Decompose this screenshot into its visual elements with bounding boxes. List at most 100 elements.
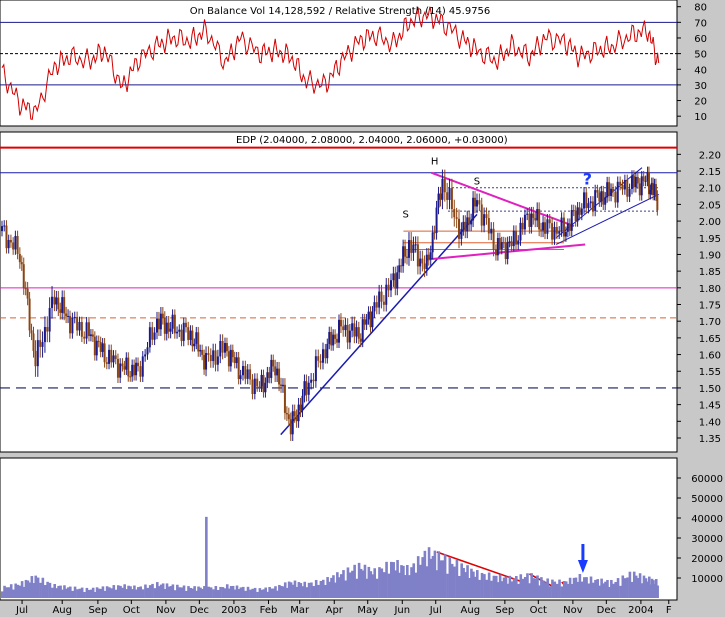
- candle-body: [268, 372, 271, 378]
- candle-body: [169, 328, 172, 332]
- candle-body: [548, 219, 551, 224]
- candle-body: [553, 226, 556, 240]
- candle-body: [412, 244, 415, 253]
- candle-body: [574, 210, 577, 222]
- candle-body: [171, 314, 174, 329]
- candle-body: [530, 213, 533, 227]
- candle-body: [564, 231, 567, 237]
- candle-body: [231, 349, 234, 358]
- volume-bar: [523, 577, 527, 598]
- candle-body: [542, 222, 545, 231]
- volume-bar: [253, 587, 257, 598]
- price-panel: [0, 131, 678, 453]
- candle-body: [212, 350, 215, 362]
- rsi-tick-label: 10: [694, 112, 707, 123]
- volume-bar: [146, 587, 150, 598]
- volume-bar: [73, 586, 77, 598]
- candle-body: [419, 258, 422, 267]
- candle-body: [89, 334, 92, 337]
- candle-body: [591, 201, 594, 211]
- candle-body: [498, 238, 501, 250]
- volume-bar: [342, 570, 345, 598]
- candle-body: [389, 280, 392, 291]
- volume-bar: [551, 579, 554, 598]
- candle-body: [606, 182, 609, 198]
- volume-bar: [450, 563, 454, 598]
- candle-body: [570, 210, 573, 231]
- candle-body: [241, 366, 244, 376]
- candle-body: [517, 240, 520, 245]
- volume-bar: [612, 583, 615, 598]
- volume-bar: [209, 587, 213, 598]
- candle-body: [32, 333, 35, 351]
- volume-bar: [41, 577, 45, 598]
- x-tick-label: F: [666, 605, 672, 616]
- volume-bar: [116, 585, 120, 598]
- candle-body: [203, 354, 206, 370]
- volume-bar: [249, 589, 252, 598]
- candle-body: [508, 241, 511, 243]
- candle-body: [264, 382, 267, 393]
- candle-body: [87, 322, 90, 337]
- volume-bar: [103, 590, 107, 598]
- candle-body: [99, 342, 102, 352]
- candle-body: [551, 223, 554, 240]
- candle-body: [612, 188, 615, 192]
- volume-bar: [614, 581, 617, 598]
- candle-body: [396, 272, 399, 289]
- volume-bar: [7, 587, 11, 598]
- volume-bar: [148, 585, 152, 598]
- volume-bar: [621, 575, 625, 598]
- candle-body: [34, 350, 37, 367]
- volume-bar: [105, 586, 109, 598]
- rsi-panel-title: On Balance Vol 14,128,592 / Relative Str…: [190, 6, 491, 17]
- candle-body: [544, 222, 547, 234]
- candle-body: [121, 363, 124, 367]
- volume-bar: [443, 554, 447, 598]
- volume-tick-label: 40000: [691, 514, 723, 525]
- candle-body: [406, 256, 409, 258]
- candle-body: [521, 222, 524, 230]
- volume-bar: [626, 577, 629, 598]
- candle-body: [3, 225, 6, 227]
- candle-body: [95, 340, 98, 356]
- candle-body: [280, 384, 283, 387]
- candle-body: [57, 297, 60, 310]
- x-tick-label: Apr: [326, 605, 344, 616]
- candle-body: [278, 368, 281, 385]
- candle-body: [334, 334, 337, 339]
- candle-body: [630, 175, 633, 189]
- candle-body: [504, 242, 507, 260]
- candle-body: [502, 242, 505, 244]
- candle-body: [114, 355, 117, 359]
- candle-body: [472, 197, 475, 221]
- volume-bar: [12, 589, 15, 598]
- candle-body: [224, 343, 226, 353]
- candle-body: [587, 203, 590, 209]
- volume-bar: [375, 578, 379, 598]
- pattern-annotation: S: [402, 210, 408, 221]
- candle-body: [61, 297, 64, 313]
- volume-bar: [144, 584, 147, 598]
- candle-body: [127, 357, 130, 377]
- candle-body: [598, 192, 601, 202]
- candle-body: [546, 219, 549, 234]
- candle-body: [199, 349, 202, 352]
- volume-bar: [623, 578, 627, 598]
- volume-bar: [256, 591, 259, 598]
- candle-body: [14, 235, 17, 250]
- x-tick-label: Mar: [290, 605, 310, 616]
- candle-body: [596, 190, 599, 193]
- candle-body: [367, 311, 370, 320]
- candle-body: [216, 356, 219, 365]
- candle-body: [151, 327, 154, 340]
- candle-body: [572, 210, 575, 212]
- volume-bar: [423, 550, 427, 598]
- candle-body: [623, 179, 626, 190]
- volume-bar: [139, 586, 142, 598]
- candle-body: [506, 242, 509, 260]
- candle-body: [28, 298, 31, 331]
- candle-body: [540, 229, 543, 231]
- x-tick-label: Nov: [563, 605, 583, 616]
- candle-body: [460, 228, 463, 239]
